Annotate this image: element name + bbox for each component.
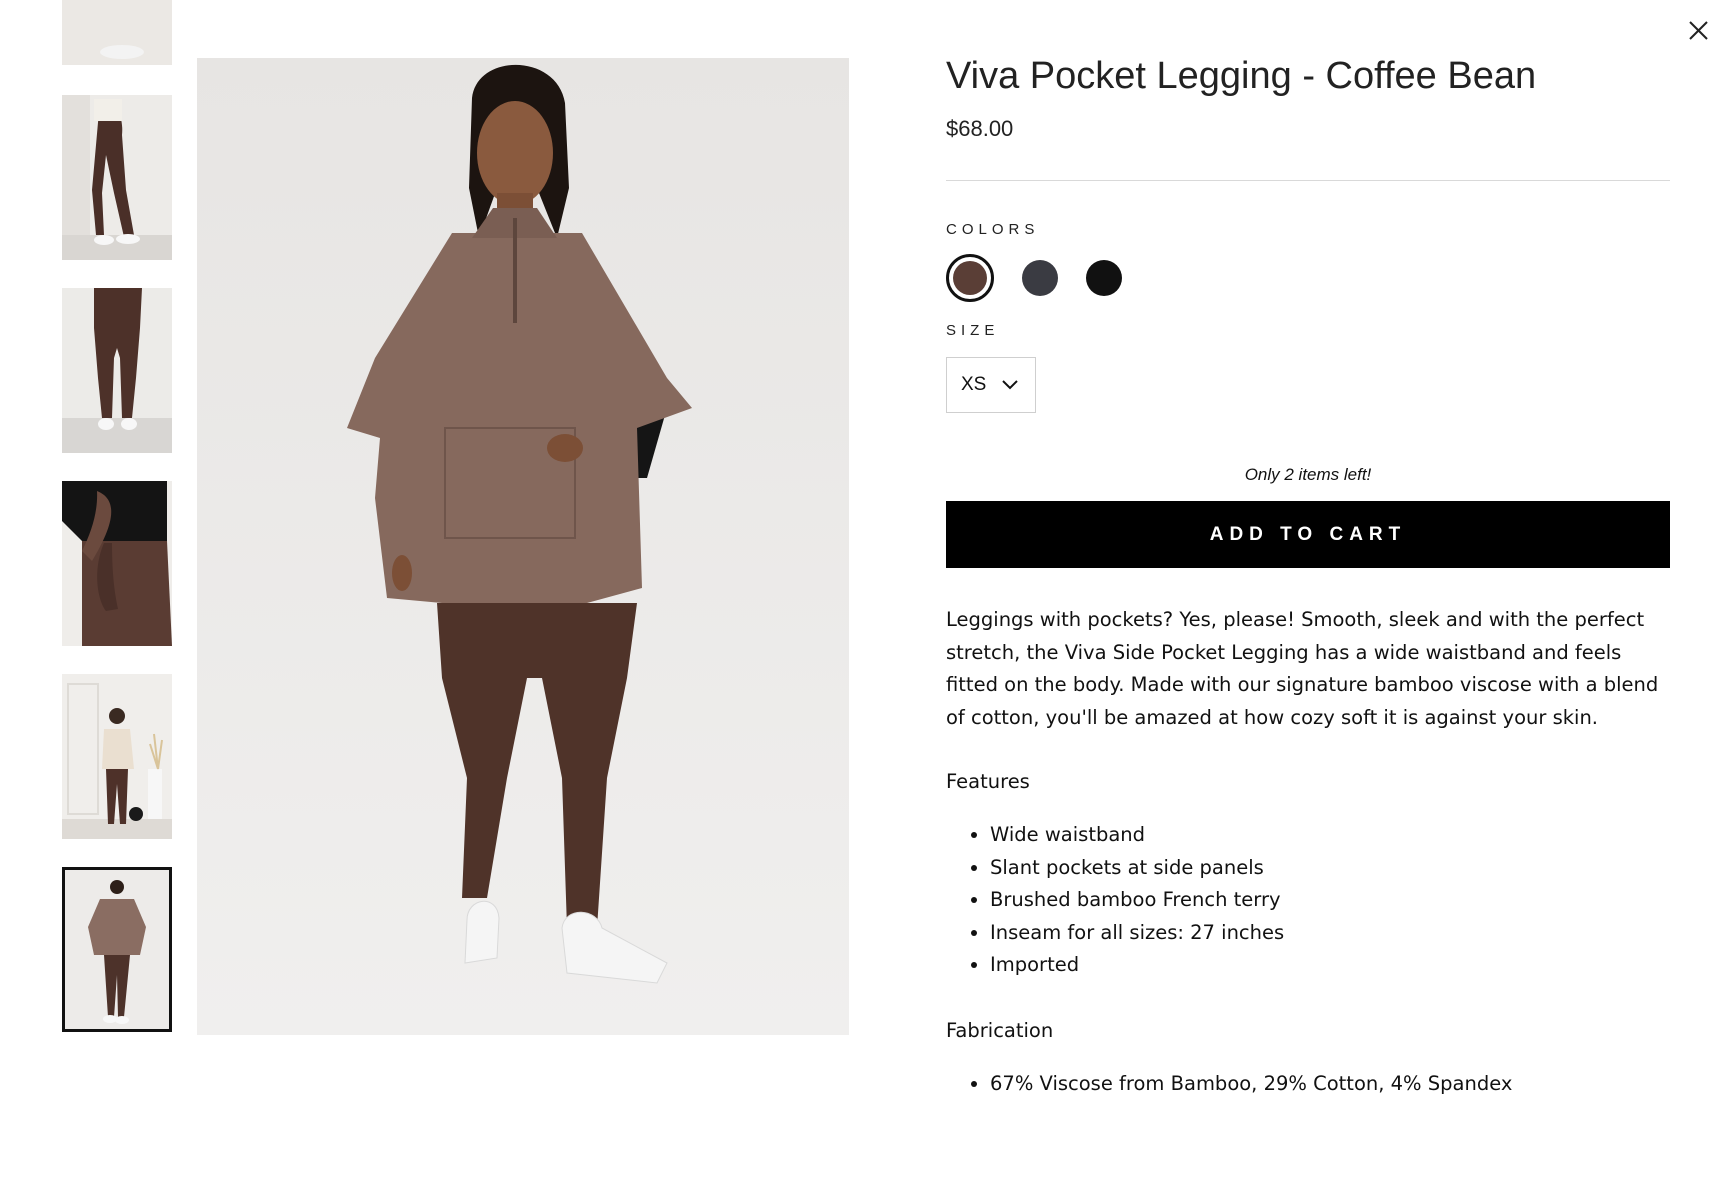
- fabrication-heading: Fabrication: [946, 1018, 1054, 1042]
- close-button[interactable]: [1678, 10, 1718, 50]
- thumbnail-image: [62, 95, 172, 260]
- list-item: Imported: [990, 949, 1670, 982]
- product-photo: [197, 58, 849, 1035]
- close-icon: [1689, 21, 1708, 40]
- add-to-cart-button[interactable]: ADD TO CART: [946, 501, 1670, 568]
- fabrication-list: 67% Viscose from Bamboo, 29% Cotton, 4% …: [946, 1068, 1670, 1101]
- color-swatch-charcoal[interactable]: [1022, 260, 1058, 296]
- gallery-thumbnail[interactable]: [62, 481, 172, 646]
- features-heading: Features: [946, 770, 1030, 793]
- stock-note: Only 2 items left!: [1244, 465, 1372, 484]
- product-description: Leggings with pockets? Yes, please! Smoo…: [946, 608, 1659, 729]
- gallery-thumbnail[interactable]: [62, 0, 172, 65]
- chevron-down-icon: [1002, 380, 1019, 390]
- thumbnail-image: [62, 481, 172, 646]
- list-item: Slant pockets at side panels: [990, 852, 1670, 885]
- gallery-thumbnail[interactable]: [62, 288, 172, 453]
- product-price: $68.00: [946, 116, 1014, 141]
- features-list: Wide waistband Slant pockets at side pan…: [946, 819, 1670, 982]
- size-select[interactable]: XS: [946, 357, 1036, 413]
- colors-label: COLORS: [946, 221, 1040, 238]
- size-label: SIZE: [946, 322, 1000, 339]
- size-select-value: XS: [961, 374, 987, 395]
- list-item: Inseam for all sizes: 27 inches: [990, 917, 1670, 950]
- gallery-thumbnail[interactable]: [62, 95, 172, 260]
- main-product-image[interactable]: [197, 58, 849, 1035]
- gallery-thumbnail-selected[interactable]: [62, 867, 172, 1032]
- product-info-panel: Viva Pocket Legging - Coffee Bean $68.00…: [946, 50, 1670, 1100]
- divider: [946, 180, 1670, 181]
- color-swatch-coffee-bean[interactable]: [946, 254, 994, 302]
- list-item: Wide waistband: [990, 819, 1670, 852]
- thumbnail-gallery: [62, 0, 174, 1040]
- thumbnail-image: [62, 674, 172, 839]
- color-swatches: [946, 254, 1670, 302]
- product-title: Viva Pocket Legging - Coffee Bean: [946, 55, 1537, 97]
- gallery-thumbnail[interactable]: [62, 674, 172, 839]
- list-item: Brushed bamboo French terry: [990, 884, 1670, 917]
- thumbnail-image: [62, 867, 172, 1032]
- thumbnail-image: [62, 288, 172, 453]
- color-swatch-black[interactable]: [1086, 260, 1122, 296]
- thumbnail-image: [62, 0, 172, 65]
- list-item: 67% Viscose from Bamboo, 29% Cotton, 4% …: [990, 1068, 1670, 1101]
